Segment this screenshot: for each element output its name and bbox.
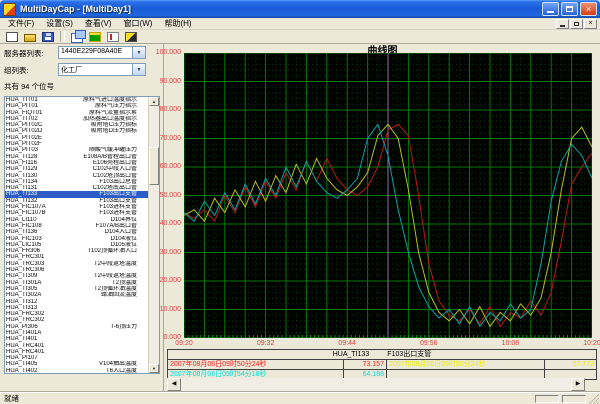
minimize-icon xyxy=(547,11,554,13)
y-tick-label: 40.000 xyxy=(137,220,181,227)
y-tick-label: 20.000 xyxy=(137,277,181,284)
scroll-up-button[interactable]: ▲ xyxy=(149,97,159,106)
report-chart-button[interactable] xyxy=(104,30,121,43)
maximize-button[interactable] xyxy=(561,2,578,16)
new-document-button[interactable] xyxy=(3,30,20,43)
x-tick-label: 09:44 xyxy=(327,340,367,347)
x-tick-label: 09:56 xyxy=(409,340,449,347)
save-floppy-button[interactable] xyxy=(39,30,56,43)
status-text: 就绪 xyxy=(0,393,535,404)
y-tick-label: 70.000 xyxy=(137,135,181,142)
x-tick-label: 10:08 xyxy=(490,340,530,347)
cursor-row-1: 2007年08月06日09时50分24秒 73.157 2007年08月06日0… xyxy=(168,359,596,369)
menu-bar: 文件(F)设置(S)查看(V)窗口(W)帮助(H) × xyxy=(0,18,600,30)
y-tick-label: 100.000 xyxy=(137,49,181,56)
close-button[interactable]: × xyxy=(580,2,597,16)
cascade-windows-icon xyxy=(71,33,83,43)
tag-name: HUA_TI402 xyxy=(6,368,58,374)
chevron-down-icon[interactable]: ▼ xyxy=(132,64,145,75)
selected-tag-desc: F103出口支管 xyxy=(387,350,431,359)
menu-item-查看(V)[interactable]: 查看(V) xyxy=(79,18,118,29)
cursor-table-header: HUA_TI133 F103出口支管 xyxy=(168,350,596,359)
chart-window-icon xyxy=(89,32,101,42)
scroll-right-button[interactable]: ▶ xyxy=(571,378,585,391)
mdi-window-controls: × xyxy=(556,19,600,29)
y-tick-label: 80.000 xyxy=(137,106,181,113)
minimize-button[interactable] xyxy=(542,2,559,16)
mdi-restore-button[interactable] xyxy=(570,19,583,29)
tag-count-label: 共有 94 个位号 xyxy=(4,81,54,92)
open-folder-icon xyxy=(24,34,36,42)
scroll-left-button[interactable]: ◀ xyxy=(167,378,181,391)
trend-plot[interactable] xyxy=(184,53,592,338)
mdi-restore-icon xyxy=(574,22,579,26)
title-bar: MultiDayCap - [MultiDay1] × xyxy=(0,0,600,18)
y-tick-label: 10.000 xyxy=(137,306,181,313)
x-tick-label: 10:20 xyxy=(572,340,600,347)
new-document-icon xyxy=(6,32,18,42)
report-chart-icon xyxy=(107,32,119,42)
y-tick-label: 60.000 xyxy=(137,163,181,170)
x-tick-label: 09:20 xyxy=(164,340,204,347)
group-list-value: 化工厂 xyxy=(59,64,132,75)
y-tick-label: 30.000 xyxy=(137,249,181,256)
server-list-label: 服务器列表: xyxy=(4,48,44,59)
menu-item-窗口(W)[interactable]: 窗口(W) xyxy=(118,18,159,29)
server-list-value: 1440E229F08A40E xyxy=(59,47,132,58)
tag-description: T6入口温度 xyxy=(58,368,149,374)
group-list-combobox[interactable]: 化工厂 ▼ xyxy=(58,63,146,76)
status-panel-1 xyxy=(535,395,559,403)
app-icon xyxy=(3,3,16,16)
maximize-icon xyxy=(566,6,573,12)
toolbar-separator xyxy=(60,31,65,42)
mdi-minimize-icon xyxy=(560,25,565,27)
edit-diagonal-button[interactable] xyxy=(122,30,139,43)
save-floppy-icon xyxy=(42,32,54,42)
tag-list-item-HUA_TI402[interactable]: HUA_TI402T6入口温度 xyxy=(5,368,150,374)
y-tick-label: 90.000 xyxy=(137,78,181,85)
status-panel-2 xyxy=(562,395,586,403)
mdi-close-button[interactable]: × xyxy=(584,19,597,29)
status-bar: 就绪 xyxy=(0,392,600,404)
edit-diagonal-icon xyxy=(125,32,137,42)
mdi-close-icon: × xyxy=(588,20,592,27)
cursor1-time: 2007年08月06日09时50分24秒 xyxy=(168,360,344,369)
mdi-minimize-button[interactable] xyxy=(556,19,569,29)
time-scrollbar[interactable]: ◀ ▶ xyxy=(167,378,585,391)
y-tick-label: 50.000 xyxy=(137,192,181,199)
menu-item-设置(S)[interactable]: 设置(S) xyxy=(40,18,79,29)
open-folder-button[interactable] xyxy=(21,30,38,43)
x-tick-label: 09:32 xyxy=(246,340,286,347)
selected-tag-name: HUA_TI133 xyxy=(333,350,370,359)
group-list-label: 组列表: xyxy=(4,65,29,76)
chart-panel: 曲线图 100.00090.00080.00070.00060.00050.00… xyxy=(165,42,600,392)
cascade-windows-button[interactable] xyxy=(68,30,85,43)
menu-item-帮助(H)[interactable]: 帮助(H) xyxy=(158,18,197,29)
server-list-combobox[interactable]: 1440E229F08A40E ▼ xyxy=(58,46,146,59)
resize-grip[interactable] xyxy=(589,394,599,404)
cursor-value-table: HUA_TI133 F103出口支管 2007年08月06日09时50分24秒 … xyxy=(167,349,597,380)
menu-item-文件(F)[interactable]: 文件(F) xyxy=(2,18,40,29)
cursor1-value: 73.157 xyxy=(344,360,387,369)
cursor1-time2: 2007年08月06日09时50分24秒 xyxy=(387,360,545,369)
scroll-down-button[interactable]: ▼ xyxy=(149,364,159,373)
cursor1-value2: 67.773 xyxy=(545,360,596,369)
close-icon: × xyxy=(586,5,591,14)
window-title: MultiDayCap - [MultiDay1] xyxy=(20,4,542,14)
chart-window-button[interactable] xyxy=(86,30,103,43)
